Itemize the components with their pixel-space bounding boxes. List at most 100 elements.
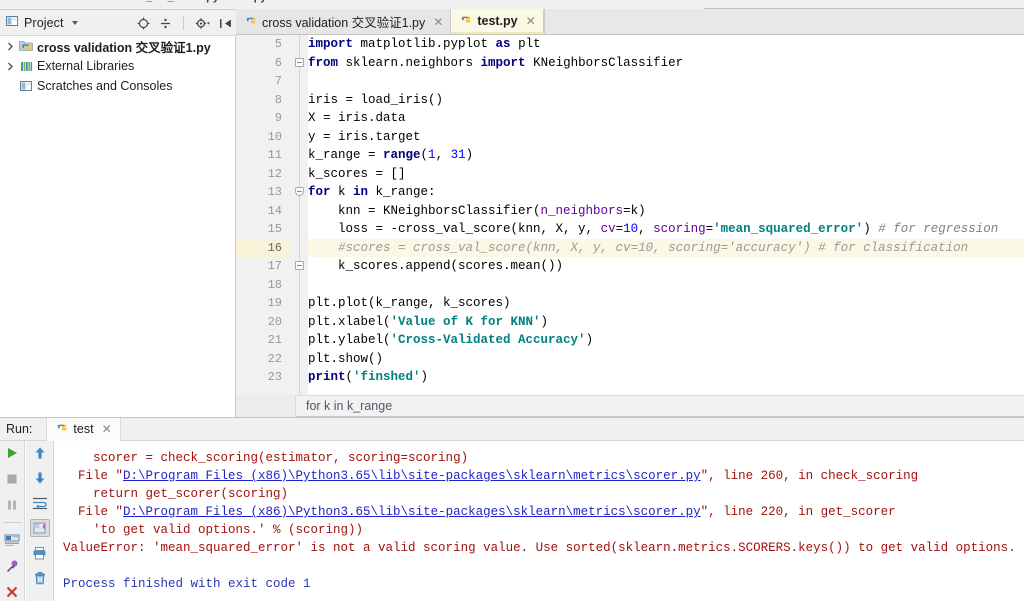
collapse-all-icon[interactable]: [159, 17, 172, 30]
line-number: 12: [267, 166, 282, 181]
hide-panel-icon[interactable]: [219, 17, 232, 30]
code-line[interactable]: knn = KNeighborsClassifier(n_neighbors=k…: [308, 202, 646, 221]
chevron-down-icon[interactable]: [71, 20, 78, 25]
console-line: File "D:\Program Files (x86)\Python3.65\…: [55, 467, 1024, 485]
close-icon[interactable]: ✕: [526, 14, 536, 28]
line-number: 18: [267, 277, 282, 292]
console-line: ValueError: 'mean_squared_error' is not …: [55, 539, 1024, 557]
editor-code-area[interactable]: import matplotlib.pyplot as plt from skle…: [308, 35, 1024, 395]
fold-guide-line: [299, 35, 300, 395]
code-line[interactable]: k_scores.append(scores.mean()): [308, 257, 563, 276]
python-file-icon: [244, 14, 257, 30]
code-line[interactable]: k_scores = []: [308, 165, 406, 184]
code-line[interactable]: plt.ylabel('Cross-Validated Accuracy'): [308, 331, 593, 350]
console-text: ", line 260, in check_scoring: [700, 469, 919, 483]
editor-gutter[interactable]: 5 6 7 8 9 10 11 12 13 14 15 16 17 18 19 20 21 22 23: [236, 35, 308, 395]
close-icon[interactable]: [2, 583, 22, 601]
breadcrumb-0[interactable]: venv: [4, 0, 27, 3]
print-icon[interactable]: [30, 544, 50, 562]
line-number: 19: [267, 296, 282, 310]
code-line[interactable]: loss = -cross_val_score(knn, X, y, cv=10…: [308, 220, 998, 239]
line-number: 15: [267, 222, 282, 236]
code-line[interactable]: plt.xlabel('Value of K for KNN'): [308, 313, 548, 332]
line-number: 8: [274, 92, 282, 107]
editor-fold-column[interactable]: [290, 35, 308, 395]
code-line[interactable]: iris = load_iris(): [308, 91, 443, 110]
breadcrumb-4[interactable]: test.py: [231, 0, 266, 3]
code-line[interactable]: from sklearn.neighbors import KNeighbors…: [308, 54, 683, 73]
console-text: ", line 220, in get_scorer: [700, 505, 896, 519]
breadcrumb-sep: /: [270, 0, 273, 3]
tree-item-scratches-and-consoles[interactable]: Scratches and Consoles: [0, 76, 235, 96]
pause-icon[interactable]: [2, 496, 22, 514]
target-icon[interactable]: [137, 17, 150, 30]
breadcrumb-1[interactable]: sklearn: [39, 0, 74, 3]
code-line[interactable]: #scores = cross_val_score(knn, X, y, cv=…: [308, 239, 968, 258]
code-fold-toggle[interactable]: [295, 187, 304, 196]
console-file-link[interactable]: D:\Program Files (x86)\Python3.65\lib\si…: [123, 469, 701, 483]
editor-tabbar: cross validation 交叉验证1.py ✕ test.py ✕: [236, 9, 1024, 35]
up-arrow-icon[interactable]: [30, 444, 50, 462]
console-text: Process finished with exit code 1: [63, 577, 311, 591]
code-line[interactable]: import matplotlib.pyplot as plt: [308, 35, 541, 54]
run-toolbar-right: [26, 441, 54, 601]
console-line: 'to get valid options.' % (scoring)): [55, 521, 1024, 539]
run-tab-test[interactable]: test ✕: [46, 417, 121, 441]
libraries-icon: [17, 59, 35, 73]
settings-gear-icon[interactable]: [195, 17, 210, 30]
line-number: 11: [267, 148, 282, 162]
line-number: 21: [267, 333, 282, 347]
breadcrumb-current-scope[interactable]: for k in k_range: [296, 399, 392, 413]
editor-tab-label: test.py: [477, 13, 518, 28]
editor-tab-test[interactable]: test.py ✕: [451, 9, 544, 34]
code-line[interactable]: k_range = range(1, 31): [308, 146, 473, 165]
project-panel-title: Project: [24, 15, 64, 30]
code-line[interactable]: plt.plot(k_range, k_scores): [308, 294, 511, 313]
trash-icon[interactable]: [30, 569, 50, 587]
soft-wrap-icon[interactable]: [30, 494, 50, 512]
breadcrumb-2[interactable]: test: [87, 0, 105, 3]
python-run-icon: [55, 421, 68, 437]
run-window-header: Run: test ✕: [0, 417, 1024, 441]
code-line[interactable]: plt.show(): [308, 350, 383, 369]
line-number: 9: [274, 111, 282, 125]
pycharm-window: venv/ sklearn/ test/ cross_val_score.py/…: [0, 0, 1024, 601]
restore-layout-icon[interactable]: [2, 531, 22, 549]
project-panel-title-group[interactable]: Project: [0, 15, 78, 31]
line-number: 23: [267, 370, 282, 384]
editor-tab-cross-validation[interactable]: cross validation 交叉验证1.py ✕: [236, 9, 452, 34]
tree-item-project-root[interactable]: cross validation 交叉验证1.py: [0, 36, 235, 56]
run-toolbar-left: [0, 441, 25, 601]
console-file-link[interactable]: D:\Program Files (x86)\Python3.65\lib\si…: [123, 505, 701, 519]
scroll-to-end-icon[interactable]: [29, 519, 50, 537]
code-line[interactable]: X = iris.data: [308, 109, 406, 128]
line-number: 10: [267, 129, 282, 144]
run-icon[interactable]: [2, 444, 22, 462]
code-fold-toggle[interactable]: [295, 261, 304, 270]
console-line: Process finished with exit code 1: [55, 575, 1024, 593]
console-line: File "D:\Program Files (x86)\Python3.65\…: [55, 503, 1024, 521]
stop-icon[interactable]: [2, 470, 22, 488]
down-arrow-icon[interactable]: [30, 469, 50, 487]
toolbar-divider: [183, 16, 184, 30]
python-file-icon: [459, 13, 472, 29]
close-icon[interactable]: ✕: [433, 15, 443, 29]
console-line: scorer = check_scoring(estimator, scorin…: [55, 449, 1024, 467]
project-tree[interactable]: cross validation 交叉验证1.py External Libra…: [0, 36, 236, 417]
close-icon[interactable]: ✕: [102, 422, 112, 436]
chevron-right-icon[interactable]: [4, 42, 17, 51]
code-fold-toggle[interactable]: [295, 57, 304, 67]
code-line[interactable]: y = iris.target: [308, 128, 421, 147]
chevron-right-icon[interactable]: [4, 62, 17, 71]
editor-structure-breadcrumb[interactable]: for k in k_range: [236, 395, 1024, 417]
code-line[interactable]: for k in k_range:: [308, 183, 436, 202]
code-editor[interactable]: 5 6 7 8 9 10 11 12 13 14 15 16 17 18 19 20 21 22 23 import…: [236, 35, 1024, 395]
tree-item-external-libraries[interactable]: External Libraries: [0, 56, 235, 76]
breadcrumb-3[interactable]: cross_val_score.py: [117, 0, 219, 3]
code-line[interactable]: print('finshed'): [308, 368, 428, 387]
breadcrumb-sep: /: [108, 0, 111, 3]
pin-icon[interactable]: [2, 557, 22, 575]
run-console-output[interactable]: scorer = check_scoring(estimator, scorin…: [55, 441, 1024, 601]
breadcrumb-sep: /: [222, 0, 225, 3]
line-number: 22: [267, 351, 282, 366]
